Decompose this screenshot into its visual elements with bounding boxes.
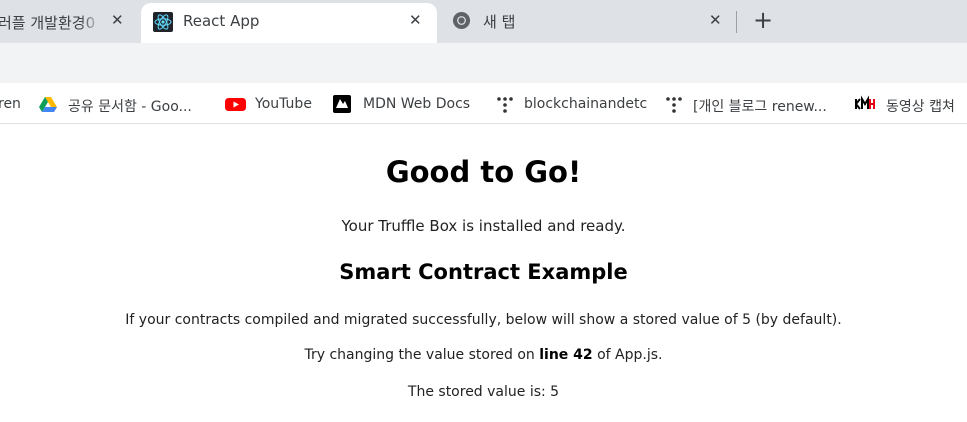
bookmark-label: YouTube bbox=[255, 96, 312, 112]
instruction-suffix: of App.js. bbox=[592, 347, 663, 363]
close-icon[interactable]: ✕ bbox=[409, 11, 422, 29]
tab-title: 러플 개발환경0 bbox=[0, 12, 102, 33]
toolbar bbox=[0, 43, 967, 83]
bookmarks-bar: ren 공유 문서함 - Goo... YouTube MDN Web Docs bbox=[0, 83, 967, 124]
react-icon bbox=[153, 12, 173, 32]
tistory-icon bbox=[666, 97, 682, 113]
tab-react-app[interactable]: React App ✕ bbox=[141, 3, 437, 43]
mdn-icon bbox=[333, 95, 351, 113]
tab-title: 새 탭 bbox=[483, 13, 516, 31]
tistory-icon bbox=[497, 97, 513, 113]
bookmark-label: ren bbox=[0, 96, 21, 112]
close-icon[interactable]: ✕ bbox=[709, 11, 722, 29]
bookmark-label: 공유 문서함 - Goo... bbox=[68, 99, 192, 115]
close-icon[interactable]: ✕ bbox=[111, 11, 124, 29]
page-content: Good to Go! Your Truffle Box is installe… bbox=[0, 124, 967, 422]
new-tab-button[interactable]: + bbox=[753, 6, 773, 34]
tab-new-tab[interactable]: 새 탭 ✕ bbox=[440, 0, 736, 43]
page-title: Good to Go! bbox=[385, 155, 582, 189]
tab-strip: 러플 개발환경0 ✕ React App ✕ 새 탭 ✕ + bbox=[0, 0, 967, 43]
stored-value-text: The stored value is: 5 bbox=[407, 384, 560, 400]
bookmark-label: 동영상 캡쳐 bbox=[886, 99, 955, 115]
bookmark-label: [개인 블로그 renew... bbox=[693, 99, 827, 115]
chrome-icon bbox=[452, 11, 471, 30]
bookmark-label: MDN Web Docs bbox=[363, 96, 471, 112]
intro-text: Your Truffle Box is installed and ready. bbox=[341, 217, 626, 235]
google-drive-icon bbox=[39, 97, 57, 112]
instruction-text: Try changing the value stored on line 42… bbox=[0, 347, 967, 363]
section-heading: Smart Contract Example bbox=[339, 260, 628, 284]
line-reference: line 42 bbox=[539, 347, 593, 363]
tab-title: React App bbox=[183, 12, 260, 30]
tab-divider bbox=[736, 11, 737, 33]
description-text: If your contracts compiled and migrated … bbox=[125, 312, 842, 328]
youtube-icon bbox=[225, 98, 246, 111]
tab-korean-dev-env[interactable]: 러플 개발환경0 ✕ bbox=[0, 0, 140, 43]
bookmark-label: blockchainandetc bbox=[524, 96, 648, 112]
instruction-prefix: Try changing the value stored on bbox=[304, 347, 540, 363]
kmplayer-icon bbox=[855, 95, 875, 110]
